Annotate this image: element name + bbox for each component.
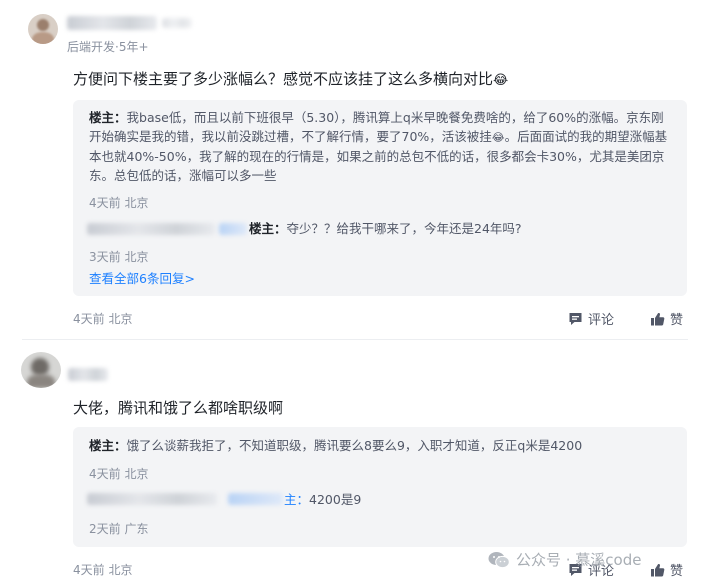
view-all-replies-link[interactable]: 查看全部6条回复> (89, 268, 195, 287)
comment-label: 评论 (588, 313, 615, 328)
comment-button[interactable]: 评论 (568, 309, 614, 328)
author-name-tail (162, 18, 192, 28)
reply-text: 夺少？？给我干哪来了，今年还是24年吗? (286, 221, 522, 236)
like-button[interactable]: 赞 (650, 560, 683, 579)
reply-meta: 4天前 北京 (89, 467, 149, 481)
reply-to[interactable]: 楼主： (249, 221, 287, 236)
reply-author[interactable]: 楼主： (89, 110, 127, 125)
author-name[interactable] (68, 368, 108, 381)
reply-item: 楼主：夺少？？给我干哪来了，今年还是24年吗? (249, 219, 522, 238)
like-label: 赞 (670, 564, 684, 579)
author-name[interactable] (67, 16, 157, 30)
wechat-icon (488, 551, 510, 568)
reply-meta: 4天前 北京 (89, 196, 149, 210)
reply-to[interactable]: 主： (284, 492, 309, 507)
like-button[interactable]: 赞 (650, 309, 683, 328)
avatar[interactable] (21, 352, 61, 388)
watermark: 公众号 · 慕溪code (488, 549, 641, 570)
laugh-emoji: 😂 (491, 131, 505, 144)
reply-to-name[interactable] (219, 223, 247, 235)
reply-meta: 3天前 北京 (89, 250, 149, 264)
comment-body: 方便问下楼主要了多少涨幅么？感觉不应该挂了这么多横向对比 (73, 70, 494, 88)
reply-box: 楼主：饿了么谈薪我拒了，不知道职级，腾讯要么8要么9，入职才知道，反正q米是42… (73, 427, 687, 547)
laugh-emoji: 😂 (493, 73, 509, 88)
divider (22, 339, 688, 340)
reply-user-name[interactable] (87, 223, 215, 235)
like-icon (651, 563, 665, 576)
author-meta: 后端开发·5年+ (67, 40, 149, 54)
watermark-text: 公众号 · 慕溪code (516, 551, 642, 569)
reply-meta: 2天前 广东 (89, 522, 149, 536)
avatar[interactable] (28, 14, 58, 44)
comment-text: 方便问下楼主要了多少涨幅么？感觉不应该挂了这么多横向对比😂 (73, 68, 508, 89)
reply-to-name[interactable] (228, 493, 283, 505)
like-icon (651, 312, 665, 325)
reply-text: 4200是9 (309, 492, 362, 507)
reply-item: 楼主：我base低，而且以前下班很早（5.30），腾讯算上q米早晚餐免费啥的，给… (89, 108, 675, 185)
reply-item: 主：4200是9 (284, 490, 361, 509)
reply-box: 楼主：我base低，而且以前下班很早（5.30），腾讯算上q米早晚餐免费啥的，给… (73, 100, 687, 296)
reply-author[interactable]: 楼主： (89, 438, 127, 453)
like-label: 赞 (670, 313, 684, 328)
comment-icon (569, 312, 582, 325)
comment-text: 大佬，腾讯和饿了么都啥职级啊 (73, 399, 284, 417)
comment-meta: 4天前 北京 (73, 312, 133, 326)
comment-meta: 4天前 北京 (73, 563, 133, 577)
reply-text: 饿了么谈薪我拒了，不知道职级，腾讯要么8要么9，入职才知道，反正q米是4200 (126, 438, 583, 453)
reply-item: 楼主：饿了么谈薪我拒了，不知道职级，腾讯要么8要么9，入职才知道，反正q米是42… (89, 436, 675, 455)
reply-user-name[interactable] (87, 493, 217, 505)
